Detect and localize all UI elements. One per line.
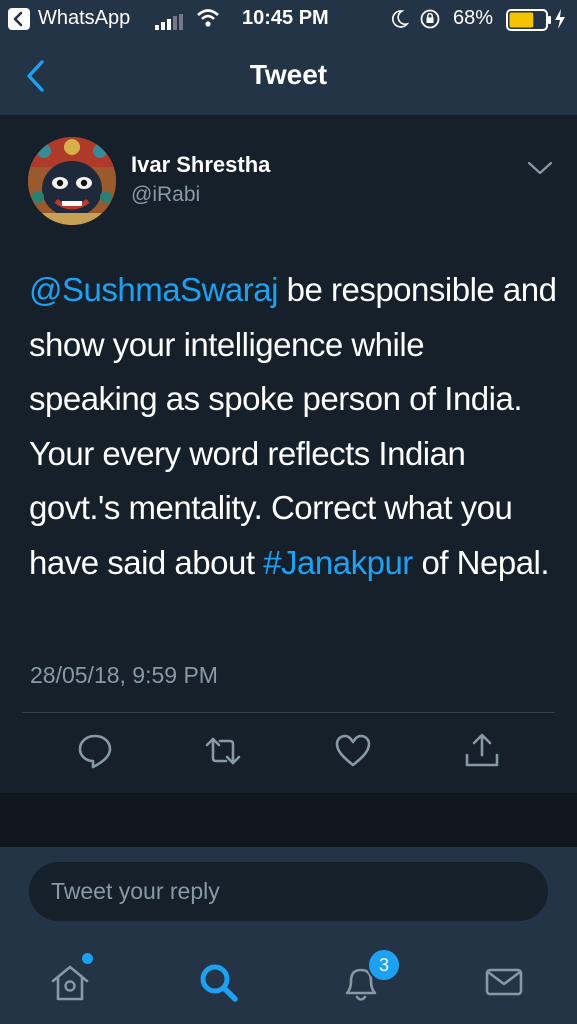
home-icon[interactable] <box>46 957 96 1007</box>
mention-link[interactable]: @SushmaSwaraj <box>29 271 278 308</box>
battery-icon <box>506 9 552 37</box>
tweet-text-part2: of Nepal. <box>412 543 550 581</box>
avatar[interactable] <box>28 137 116 225</box>
reply-input[interactable] <box>29 862 548 921</box>
author-name[interactable]: Ivar Shrestha <box>131 152 270 178</box>
notification-badge: 3 <box>367 948 401 982</box>
tweet-actions <box>0 731 577 775</box>
orientation-lock-icon <box>419 8 441 36</box>
moon-icon <box>391 9 410 35</box>
signal-icon <box>155 13 185 36</box>
wifi-icon <box>196 8 220 34</box>
tweet-detail: Ivar Shrestha @iRabi @SushmaSwaraj be re… <box>0 115 577 793</box>
reply-bar <box>0 847 577 937</box>
back-app-label[interactable]: WhatsApp <box>38 7 130 30</box>
tweet-timestamp: 28/05/18, 9:59 PM <box>30 662 218 688</box>
hashtag-link[interactable]: #Janakpur <box>263 544 413 581</box>
battery-percent: 68% <box>453 7 494 29</box>
share-icon[interactable] <box>462 731 502 771</box>
tweet-text-part1: be responsible and show your intelligenc… <box>29 271 557 581</box>
tab-bar: 3 <box>0 937 577 1024</box>
charging-icon <box>553 8 567 36</box>
nav-bar: Tweet <box>0 38 577 116</box>
status-time: 10:45 PM <box>242 7 329 29</box>
retweet-icon[interactable] <box>203 731 243 771</box>
search-icon[interactable] <box>193 957 243 1007</box>
tweet-text: @SushmaSwaraj be responsible and show yo… <box>29 263 559 590</box>
unread-dot <box>82 953 93 964</box>
page-title: Tweet <box>249 59 328 90</box>
section-gap <box>0 793 577 848</box>
messages-icon[interactable] <box>480 957 530 1007</box>
back-arrow-icon[interactable] <box>8 8 30 30</box>
author-handle[interactable]: @iRabi <box>131 183 200 207</box>
reply-icon[interactable] <box>75 731 115 771</box>
divider <box>22 712 555 713</box>
chevron-down-icon[interactable] <box>527 160 553 181</box>
status-bar: WhatsApp 10:45 PM 68% <box>0 0 577 38</box>
like-icon[interactable] <box>333 731 373 771</box>
